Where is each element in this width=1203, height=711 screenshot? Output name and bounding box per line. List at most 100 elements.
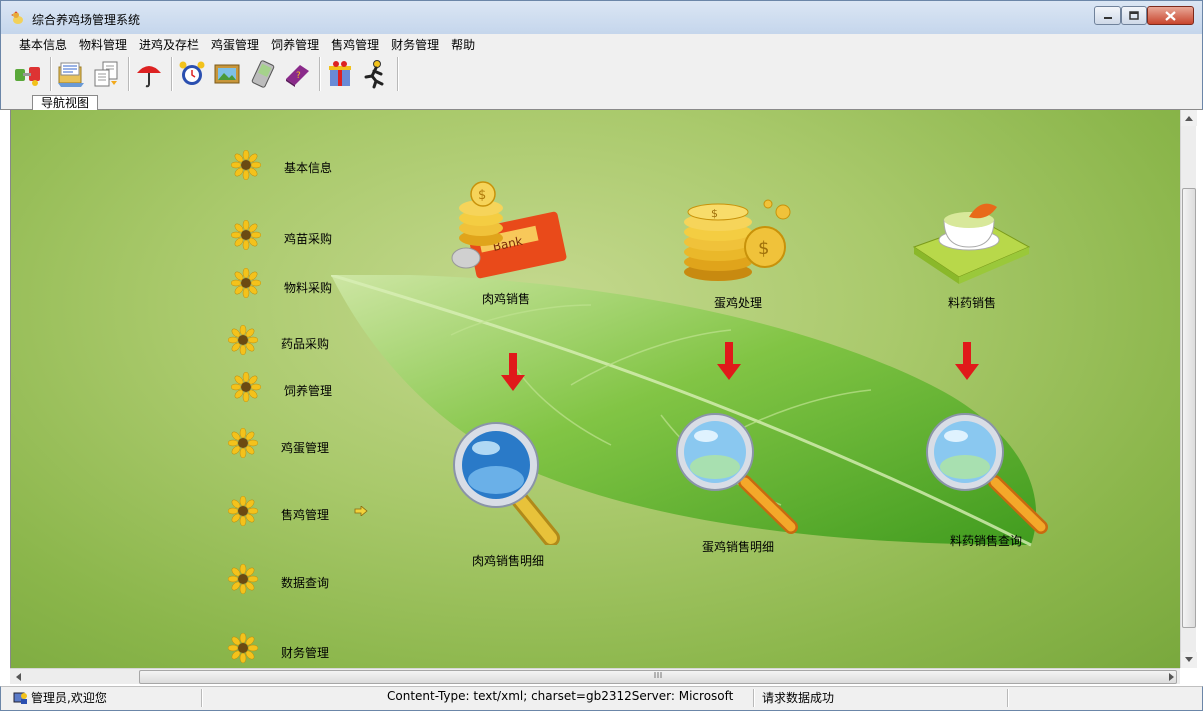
feature-egg-chicken-processing[interactable]: $ $ 蛋鸡处理 bbox=[673, 192, 803, 317]
title-bar: 综合养鸡场管理系统 bbox=[0, 0, 1203, 34]
scroll-down-button[interactable] bbox=[1181, 652, 1197, 668]
nav-label: 售鸡管理 bbox=[281, 508, 330, 522]
menu-materials[interactable]: 物料管理 bbox=[73, 34, 133, 54]
folder-list-icon bbox=[58, 62, 84, 87]
flower-icon bbox=[228, 325, 258, 355]
chevron-left-icon bbox=[16, 673, 21, 681]
feature-label: 蛋鸡销售明细 bbox=[701, 540, 775, 554]
picture-frame-icon bbox=[214, 64, 240, 84]
toolbar-transfer-button[interactable] bbox=[90, 57, 122, 91]
toolbar-folder-button[interactable] bbox=[55, 57, 87, 91]
scroll-up-button[interactable] bbox=[1181, 110, 1197, 126]
nav-label: 饲养管理 bbox=[284, 384, 333, 398]
nav-label: 物料采购 bbox=[284, 281, 333, 295]
flower-icon bbox=[228, 633, 258, 663]
vertical-scroll-thumb[interactable] bbox=[1182, 188, 1196, 628]
minimize-icon bbox=[1103, 16, 1112, 19]
toolbar-separator bbox=[128, 57, 130, 91]
nav-label: 财务管理 bbox=[281, 646, 330, 660]
nav-item-medicine-purchase[interactable]: 药品采购 bbox=[228, 325, 329, 355]
toolbar-exit-button[interactable] bbox=[359, 57, 391, 91]
document-transfer-icon bbox=[94, 61, 118, 87]
feature-label: 料药销售查询 bbox=[949, 534, 1023, 548]
handheld-icon bbox=[251, 60, 275, 88]
menu-help[interactable]: 帮助 bbox=[445, 34, 481, 54]
feature-label: 肉鸡销售明细 bbox=[471, 554, 545, 568]
tab-strip: 导航视图 bbox=[0, 94, 1203, 111]
menu-stock-intake[interactable]: 进鸡及存栏 bbox=[133, 34, 205, 54]
feature-feed-medicine-sales-query[interactable]: 料药销售查询 bbox=[923, 412, 1053, 562]
nav-label: 数据查询 bbox=[281, 576, 330, 590]
arrow-down-icon bbox=[717, 342, 741, 380]
menu-finance[interactable]: 财务管理 bbox=[385, 34, 445, 54]
status-content-type: Content-Type: text/xml; charset=gb2312Se… bbox=[387, 689, 734, 703]
magnifier-icon bbox=[676, 413, 798, 534]
svg-text:?: ? bbox=[296, 71, 301, 81]
feature-meat-chicken-sales-detail[interactable]: 肉鸡销售明细 bbox=[451, 420, 571, 570]
toolbar-help-book-button[interactable]: ? bbox=[281, 57, 313, 91]
maximize-button[interactable] bbox=[1121, 6, 1147, 25]
nav-item-egg-management[interactable]: 鸡蛋管理 bbox=[228, 428, 329, 458]
window-title: 综合养鸡场管理系统 bbox=[32, 13, 141, 27]
coins-bank-card-icon: Bank $ bbox=[451, 181, 567, 279]
nav-item-material-purchase[interactable]: 物料采购 bbox=[231, 268, 332, 298]
status-divider bbox=[753, 689, 755, 707]
nav-item-feeding[interactable]: 饲养管理 bbox=[231, 372, 332, 402]
toolbar: ? bbox=[0, 54, 1203, 94]
close-icon bbox=[1165, 10, 1176, 21]
feature-egg-chicken-sales-detail[interactable]: 蛋鸡销售明细 bbox=[673, 412, 803, 562]
scroll-right-button[interactable] bbox=[1164, 669, 1180, 685]
flower-icon bbox=[228, 428, 258, 458]
horizontal-scrollbar[interactable] bbox=[10, 668, 1180, 684]
toolbar-handheld-button[interactable] bbox=[246, 57, 278, 91]
tab-navigation-view[interactable]: 导航视图 bbox=[32, 95, 99, 111]
navigation-canvas: 基本信息 鸡苗采购 物料采购 药品采购 饲养管理 鸡蛋管理 售鸡管理 数据查询 … bbox=[10, 110, 1180, 668]
toolbar-insurance-button[interactable] bbox=[133, 57, 165, 91]
feature-label: 肉鸡销售 bbox=[481, 292, 531, 306]
close-button[interactable] bbox=[1147, 6, 1194, 25]
book-icon: ? bbox=[286, 65, 309, 87]
toolbar-separator bbox=[319, 57, 321, 91]
flower-icon bbox=[231, 372, 261, 402]
toolbar-alarm-button[interactable] bbox=[176, 57, 208, 91]
nav-item-chicken-sales[interactable]: 售鸡管理 bbox=[228, 496, 368, 526]
magnifier-icon bbox=[453, 422, 560, 547]
toolbar-picture-button[interactable] bbox=[211, 57, 243, 91]
gift-box-icon bbox=[329, 61, 351, 86]
menu-egg-management[interactable]: 鸡蛋管理 bbox=[205, 34, 265, 54]
horizontal-scroll-thumb[interactable] bbox=[139, 670, 1177, 684]
feature-label: 蛋鸡处理 bbox=[713, 296, 763, 310]
arrow-down-icon bbox=[955, 342, 979, 380]
menu-feeding[interactable]: 饲养管理 bbox=[265, 34, 325, 54]
grip-icon bbox=[654, 672, 662, 678]
menu-chicken-sales[interactable]: 售鸡管理 bbox=[325, 34, 385, 54]
nav-item-data-query[interactable]: 数据查询 bbox=[228, 564, 329, 594]
minimize-button[interactable] bbox=[1094, 6, 1121, 25]
svg-text:$: $ bbox=[758, 238, 769, 259]
nav-item-basic-info[interactable]: 基本信息 bbox=[231, 150, 332, 180]
flower-icon bbox=[231, 220, 261, 250]
status-message: 请求数据成功 bbox=[762, 691, 835, 705]
status-user: 管理员,欢迎您 bbox=[31, 691, 107, 705]
svg-text:$: $ bbox=[478, 188, 486, 203]
feature-feed-medicine-sales[interactable]: 料药销售 bbox=[909, 192, 1039, 317]
arrow-right-icon bbox=[354, 506, 368, 516]
feature-meat-chicken-sales[interactable]: Bank $ 肉鸡销售 bbox=[441, 180, 571, 306]
nav-label: 药品采购 bbox=[281, 337, 330, 351]
toolbar-separator bbox=[50, 57, 52, 91]
chevron-down-icon bbox=[1185, 657, 1193, 662]
toolbar-connect-button[interactable] bbox=[12, 57, 44, 91]
nav-label: 鸡蛋管理 bbox=[281, 441, 330, 455]
umbrella-icon bbox=[137, 66, 161, 88]
menu-basic-info[interactable]: 基本信息 bbox=[13, 34, 73, 54]
status-divider bbox=[1007, 689, 1009, 707]
vertical-scrollbar[interactable] bbox=[1180, 110, 1197, 668]
nav-item-chick-purchase[interactable]: 鸡苗采购 bbox=[231, 220, 332, 250]
nav-item-finance[interactable]: 财务管理 bbox=[228, 633, 329, 663]
chevron-right-icon bbox=[1169, 673, 1174, 681]
nav-label: 鸡苗采购 bbox=[284, 232, 333, 246]
toolbar-gift-button[interactable] bbox=[324, 57, 356, 91]
flower-icon bbox=[228, 564, 258, 594]
chevron-up-icon bbox=[1185, 116, 1193, 121]
scroll-left-button[interactable] bbox=[10, 669, 26, 685]
